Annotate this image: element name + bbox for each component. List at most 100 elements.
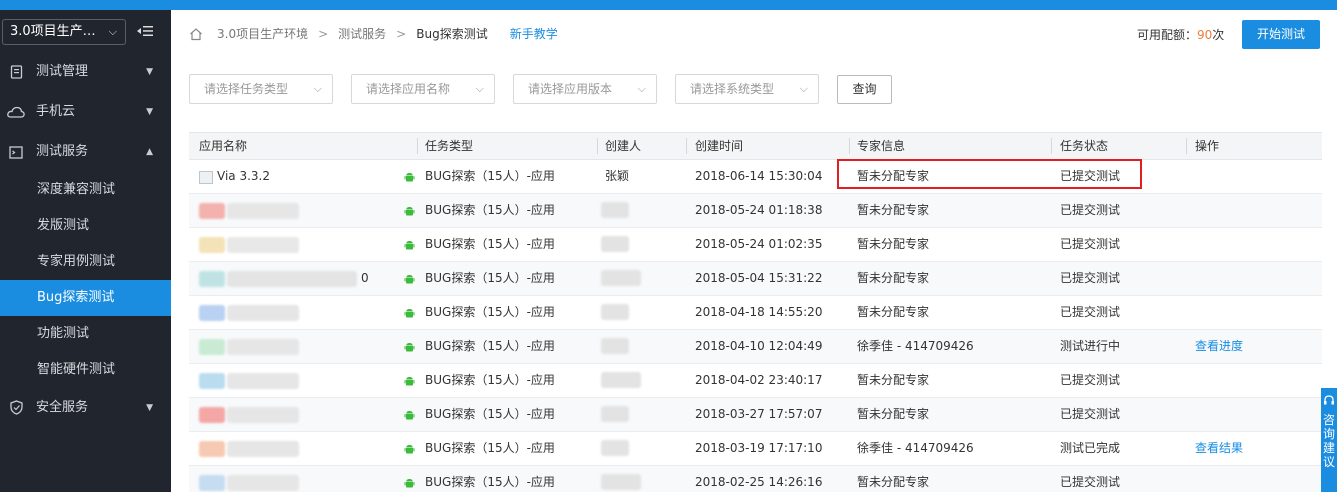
cell-task-type: BUG探索（15人）-应用: [425, 475, 555, 489]
headset-icon: [1321, 394, 1337, 409]
menu-security-service[interactable]: 安全服务 ▼: [0, 388, 171, 428]
table-body: Via 3.3.2 BUG探索（15人）-应用 张颖 2018-06-14 15:30…: [189, 160, 1322, 492]
chevron-down-icon: ⌵: [108, 25, 117, 38]
redacted-creator: [601, 338, 629, 354]
cell-created-time: 2018-02-25 14:26:16: [695, 475, 823, 489]
table-row[interactable]: BUG探索（15人）-应用 2018-05-24 01:18:38 暂未分配专家 已提…: [189, 194, 1322, 228]
cell-expert-info: 暂未分配专家: [857, 475, 930, 489]
app-name-placeholder: 请选择应用名称: [366, 82, 451, 96]
project-row: 3.0项目生产… ⌵: [0, 10, 171, 52]
android-icon: [404, 240, 415, 251]
sidebar-item-deep-compat[interactable]: 深度兼容测试: [0, 172, 171, 208]
table-row[interactable]: BUG探索（15人）-应用 2018-04-02 23:40:17 暂未分配专家 已提…: [189, 364, 1322, 398]
app-name-select[interactable]: 请选择应用名称 ⌵: [351, 74, 495, 104]
main-content: 3.0项目生产环境 > 测试服务 > Bug探索测试 新手教学 可用配额：90次…: [171, 10, 1337, 492]
caret-up-icon: ▲: [146, 147, 153, 157]
task-table: 应用名称 任务类型 创建人 创建时间 专家信息 任务状态 操作 Via 3.3.…: [189, 132, 1322, 492]
side-tab-label: 咨询建议: [1323, 413, 1336, 469]
tutorial-link[interactable]: 新手教学: [510, 24, 558, 44]
start-test-button[interactable]: 开始测试: [1242, 20, 1320, 49]
cell-task-status: 测试已完成: [1060, 441, 1121, 455]
cell-task-type: BUG探索（15人）-应用: [425, 305, 555, 319]
android-icon: [404, 444, 415, 455]
redacted-creator: [601, 474, 641, 490]
table-row[interactable]: BUG探索（15人）-应用 2018-03-27 17:57:07 暂未分配专家 已提…: [189, 398, 1322, 432]
table-row[interactable]: BUG探索（15人）-应用 2018-02-25 14:26:16 暂未分配专家 已提…: [189, 466, 1322, 492]
redacted-app-name: [227, 475, 299, 491]
column-divider: [1186, 138, 1187, 154]
table-row[interactable]: Via 3.3.2 BUG探索（15人）-应用 张颖 2018-06-14 15:30…: [189, 160, 1322, 194]
cell-task-status: 已提交测试: [1060, 373, 1121, 387]
table-header: 应用名称 任务类型 创建人 创建时间 专家信息 任务状态 操作: [189, 132, 1322, 160]
header-expert-info: 专家信息: [857, 139, 906, 153]
top-accent-bar: [0, 0, 1337, 10]
table-row[interactable]: 0 BUG探索（15人）-应用 2018-05-04 15:31:22 暂未分配专家 已…: [189, 262, 1322, 296]
cell-task-status: 已提交测试: [1060, 305, 1121, 319]
system-type-placeholder: 请选择系统类型: [690, 82, 775, 96]
sidebar-item-expert-case[interactable]: 专家用例测试: [0, 244, 171, 280]
cell-action-link[interactable]: 查看进度: [1195, 330, 1243, 363]
menu-label: 测试管理: [36, 64, 89, 79]
android-icon: [404, 172, 415, 183]
cell-expert-info: 暂未分配专家: [857, 271, 930, 285]
redacted-creator: [601, 202, 629, 218]
home-icon[interactable]: [189, 27, 203, 41]
task-type-placeholder: 请选择任务类型: [204, 82, 289, 96]
header-task-status: 任务状态: [1060, 139, 1109, 153]
sidebar-item-release-test[interactable]: 发版测试: [0, 208, 171, 244]
system-type-select[interactable]: 请选择系统类型 ⌵: [675, 74, 819, 104]
cell-expert-info: 暂未分配专家: [857, 237, 930, 251]
cell-task-status: 测试进行中: [1060, 339, 1121, 353]
redacted-app-icon: [199, 475, 225, 491]
consult-suggest-tab[interactable]: 咨询建议: [1321, 388, 1337, 492]
android-icon: [404, 376, 415, 387]
header-task-type: 任务类型: [425, 139, 474, 153]
header-app-name: 应用名称: [199, 139, 248, 153]
column-divider: [686, 138, 687, 154]
cell-action-link[interactable]: 查看结果: [1195, 432, 1243, 465]
sidebar-item-smart-hardware[interactable]: 智能硬件测试: [0, 352, 171, 388]
table-row[interactable]: BUG探索（15人）-应用 2018-03-19 17:17:10 徐季佳 - 41…: [189, 432, 1322, 466]
breadcrumb-project[interactable]: 3.0项目生产环境: [217, 24, 308, 44]
cell-created-time: 2018-05-04 15:31:22: [695, 271, 823, 285]
breadcrumb-service[interactable]: 测试服务: [338, 24, 386, 44]
table-row[interactable]: BUG探索（15人）-应用 2018-04-10 12:04:49 徐季佳 - 41…: [189, 330, 1322, 364]
app-icon: [199, 171, 213, 184]
redacted-app-name: [227, 271, 357, 287]
cell-expert-info: 徐季佳 - 414709426: [857, 441, 974, 455]
column-divider: [597, 138, 598, 154]
cell-created-time: 2018-05-24 01:02:35: [695, 237, 823, 251]
sidebar-item-function-test[interactable]: 功能测试: [0, 316, 171, 352]
cell-created-time: 2018-04-18 14:55:20: [695, 305, 823, 319]
breadcrumb: 3.0项目生产环境 > 测试服务 > Bug探索测试 新手教学: [189, 24, 558, 44]
redacted-creator: [601, 406, 629, 422]
cell-task-type: BUG探索（15人）-应用: [425, 339, 555, 353]
quota-unit: 次: [1212, 28, 1225, 42]
redacted-app-name: [227, 203, 299, 219]
android-icon: [404, 308, 415, 319]
sidebar-item-bug-explore[interactable]: Bug探索测试: [0, 280, 171, 316]
query-button[interactable]: 查询: [837, 75, 892, 104]
cell-expert-info: 徐季佳 - 414709426: [857, 339, 974, 353]
redacted-creator: [601, 270, 641, 286]
table-row[interactable]: BUG探索（15人）-应用 2018-04-18 14:55:20 暂未分配专家 已提…: [189, 296, 1322, 330]
chevron-down-icon: ⌵: [313, 82, 322, 95]
cloud-icon: [7, 92, 25, 136]
caret-down-icon: ▼: [146, 67, 153, 77]
redacted-creator: [601, 236, 629, 252]
breadcrumb-current: Bug探索测试: [416, 27, 488, 41]
cell-created-time: 2018-03-27 17:57:07: [695, 407, 823, 421]
menu-test-service[interactable]: 测试服务 ▲: [0, 132, 171, 172]
cell-created-time: 2018-06-14 15:30:04: [695, 169, 823, 183]
menu-phone-cloud[interactable]: 手机云 ▼: [0, 92, 171, 132]
project-select[interactable]: 3.0项目生产… ⌵: [2, 19, 126, 45]
collapse-menu-icon[interactable]: [136, 24, 154, 40]
app-version-placeholder: 请选择应用版本: [528, 82, 613, 96]
android-icon: [404, 410, 415, 421]
app-version-select[interactable]: 请选择应用版本 ⌵: [513, 74, 657, 104]
cell-task-type: BUG探索（15人）-应用: [425, 237, 555, 251]
android-icon: [404, 478, 415, 489]
task-type-select[interactable]: 请选择任务类型 ⌵: [189, 74, 333, 104]
table-row[interactable]: BUG探索（15人）-应用 2018-05-24 01:02:35 暂未分配专家 已提…: [189, 228, 1322, 262]
menu-test-management[interactable]: 测试管理 ▼: [0, 52, 171, 92]
